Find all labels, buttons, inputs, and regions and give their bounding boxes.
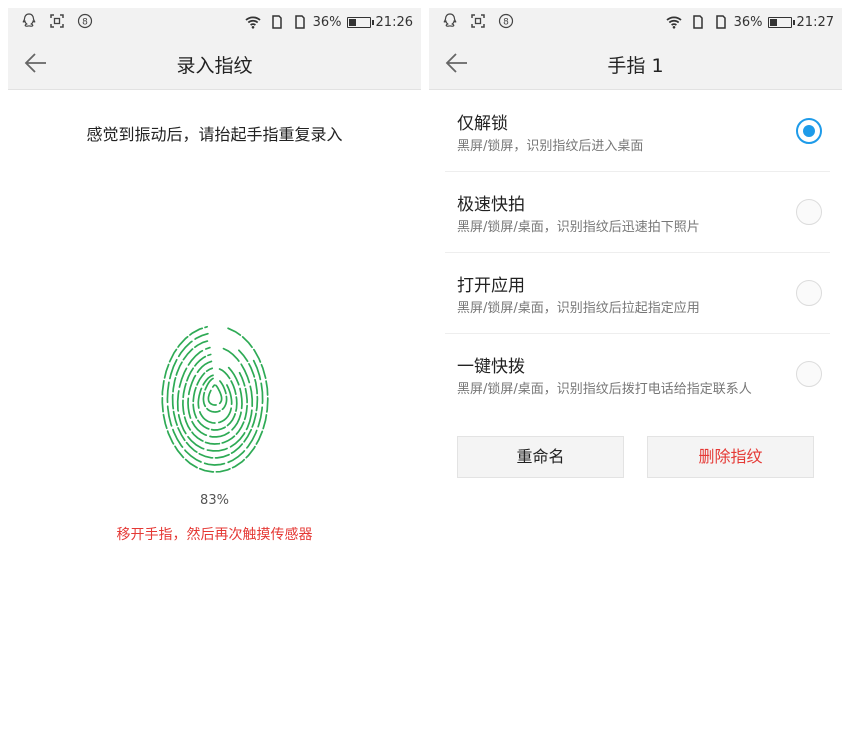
- app-bar: 手指 1: [429, 36, 842, 90]
- option-description: 黑屏/锁屏/桌面，识别指纹后迅速拍下照片: [457, 220, 700, 235]
- screenshot-icon: [48, 12, 66, 30]
- notification-badge-icon: 8: [76, 12, 94, 30]
- action-option-list: 仅解锁 黑屏/锁屏，识别指纹后进入桌面 极速快拍 黑屏/锁屏/桌面，识别指纹后迅…: [429, 91, 842, 415]
- rename-button[interactable]: 重命名: [457, 436, 624, 478]
- notification-badge-icon: 8: [497, 12, 515, 30]
- clock: 21:27: [796, 14, 834, 30]
- option-description: 黑屏/锁屏，识别指纹后进入桌面: [457, 139, 644, 154]
- status-bar: 8 36% 21:27: [429, 8, 842, 36]
- option-unlock-only[interactable]: 仅解锁 黑屏/锁屏，识别指纹后进入桌面: [445, 91, 830, 172]
- wifi-icon: [244, 13, 262, 31]
- fingerprint-ridge: [207, 384, 223, 406]
- battery-icon: [767, 16, 795, 28]
- app-bar: 录入指纹: [8, 36, 421, 90]
- sim1-icon: [688, 13, 706, 31]
- option-quick-dial[interactable]: 一键快拨 黑屏/锁屏/桌面，识别指纹后拨打电话给指定联系人: [445, 334, 830, 415]
- status-bar: 8 36% 21:26: [8, 8, 421, 36]
- fingerprint-ridge: [166, 332, 264, 466]
- fingerprint-icon: [159, 321, 271, 473]
- qq-icon: [20, 12, 38, 30]
- page-title: 手指 1: [607, 55, 664, 77]
- option-title: 极速快拍: [457, 195, 525, 215]
- wifi-icon: [665, 13, 683, 31]
- fingerprint-ridge: [187, 360, 243, 438]
- option-open-app[interactable]: 打开应用 黑屏/锁屏/桌面，识别指纹后拉起指定应用: [445, 253, 830, 334]
- fingerprint-ridge: [171, 339, 259, 459]
- instruction-text: 感觉到振动后，请抬起手指重复录入: [86, 125, 343, 144]
- qq-icon: [441, 12, 459, 30]
- screenshot-icon: [469, 12, 487, 30]
- page-title: 录入指纹: [176, 55, 253, 77]
- option-title: 一键快拨: [457, 357, 525, 377]
- battery-icon: [346, 16, 374, 28]
- fingerprint-ridge: [202, 377, 228, 413]
- radio-button[interactable]: [796, 199, 822, 225]
- option-description: 黑屏/锁屏/桌面，识别指纹后拨打电话给指定联系人: [457, 382, 752, 397]
- option-quick-snap[interactable]: 极速快拍 黑屏/锁屏/桌面，识别指纹后迅速拍下照片: [445, 172, 830, 253]
- battery-percent: 36%: [733, 14, 763, 30]
- option-title: 打开应用: [457, 276, 525, 296]
- fingerprint-ridge: [192, 367, 238, 431]
- radio-button[interactable]: [796, 361, 822, 387]
- delete-fingerprint-button[interactable]: 删除指纹: [647, 436, 814, 478]
- svg-text:8: 8: [82, 18, 88, 28]
- battery-percent: 36%: [312, 14, 342, 30]
- clock: 21:26: [375, 14, 413, 30]
- hint-text: 移开手指，然后再次触摸传感器: [116, 527, 313, 543]
- option-description: 黑屏/锁屏/桌面，识别指纹后拉起指定应用: [457, 301, 700, 316]
- enroll-progress: 83%: [200, 493, 229, 508]
- svg-text:8: 8: [503, 18, 509, 28]
- finger-settings-screen: 8 36% 21:27 手指 1 仅解锁 黑屏/锁屏，识别指纹后进入桌面 极速快…: [429, 8, 842, 742]
- option-title: 仅解锁: [457, 114, 508, 134]
- sim2-icon: [290, 13, 308, 31]
- radio-button[interactable]: [796, 118, 822, 144]
- enroll-fingerprint-screen: 8 36% 21:26 录入指纹 感觉到振动后，请抬起手指重复录入 83% 移开…: [8, 8, 421, 742]
- sim2-icon: [711, 13, 729, 31]
- sim1-icon: [267, 13, 285, 31]
- radio-button[interactable]: [796, 280, 822, 306]
